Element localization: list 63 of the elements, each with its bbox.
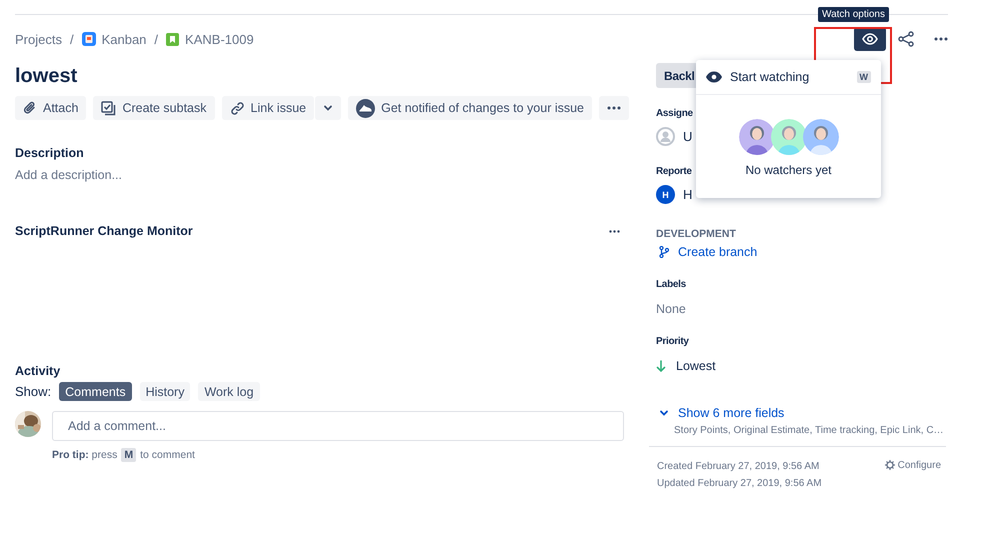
activity-tab[interactable]: Comments xyxy=(59,382,132,401)
breadcrumb-link[interactable]: Projects xyxy=(15,32,62,46)
field-label: Reporte xyxy=(656,166,692,177)
show-label: Show: xyxy=(15,384,52,399)
bookmark-icon xyxy=(166,32,180,46)
chevron-icon xyxy=(323,103,334,113)
menu-item[interactable]: Start watching W xyxy=(696,60,881,95)
field-label: Labels xyxy=(656,279,686,290)
branch-icon xyxy=(659,246,669,258)
project-icon xyxy=(82,32,96,46)
create-branch-link[interactable]: Create branch xyxy=(656,245,952,259)
hidden-fields-summary: Story Points, Original Estimate, Time tracking, Epic Link, C… xyxy=(674,425,945,436)
person-name: H xyxy=(683,187,692,202)
breadcrumb-link[interactable]: KANB-1009 xyxy=(166,32,254,46)
activity-tab[interactable]: Work log xyxy=(198,382,260,401)
eye-icon xyxy=(706,71,722,83)
user-icon xyxy=(656,127,675,146)
field-value: None xyxy=(656,302,686,316)
paperclip-icon xyxy=(23,101,37,115)
description-placeholder[interactable]: Add a description... xyxy=(15,168,625,182)
empty-state-text: No watchers yet xyxy=(745,163,832,177)
gear-icon xyxy=(884,460,895,470)
field-label: Priority xyxy=(656,336,689,347)
panel-title: ScriptRunner Change Monitor xyxy=(15,224,193,238)
breadcrumb-link[interactable]: Kanban xyxy=(82,32,146,46)
watch-button[interactable] xyxy=(854,27,886,51)
breadcrumb-separator: / xyxy=(70,32,74,46)
dropdown-button[interactable] xyxy=(315,96,342,120)
avatar-initial: H xyxy=(656,185,675,204)
timestamp-text: Created February 27, 2019, 9:56 AM xyxy=(657,460,820,474)
notify-button[interactable]: Get notified of changes to your issue xyxy=(348,96,592,120)
toolbar-button[interactable]: Create subtask xyxy=(93,96,215,120)
more-icon[interactable] xyxy=(934,37,948,41)
activity-tab[interactable]: History xyxy=(140,382,190,401)
comment-field[interactable]: Add a comment... xyxy=(52,411,624,441)
section-heading: Description xyxy=(15,146,85,160)
section-heading: DEVELOPMENT xyxy=(656,228,736,240)
show-more-link[interactable]: Show 6 more fields xyxy=(656,406,952,420)
eye-icon xyxy=(862,33,878,45)
configure-link[interactable]: Configure xyxy=(884,458,941,472)
subtask-icon xyxy=(101,100,116,116)
toolbar-button[interactable]: Attach xyxy=(15,96,86,120)
shoe-icon xyxy=(356,98,376,118)
more-icon[interactable] xyxy=(607,106,622,110)
pro-tip-text: Pro tip: press xyxy=(52,449,118,461)
chevron-icon xyxy=(659,408,669,418)
breadcrumb-separator: / xyxy=(154,32,158,46)
down-arrow-icon xyxy=(656,360,666,372)
keyboard-key: M xyxy=(121,448,136,462)
field-label: Assigne xyxy=(656,108,693,119)
person-name: U xyxy=(683,129,692,144)
tooltip: Watch options xyxy=(818,7,889,22)
share-icon[interactable] xyxy=(898,31,914,47)
timestamp-text: Updated February 27, 2019, 9:56 AM xyxy=(657,477,822,491)
field-value: Lowest xyxy=(676,359,716,373)
more-button[interactable] xyxy=(599,96,630,120)
more-icon[interactable] xyxy=(609,230,620,232)
toolbar-button[interactable]: Link issue xyxy=(222,96,314,120)
pro-tip-text: to comment xyxy=(140,449,195,461)
link-icon xyxy=(230,100,245,116)
section-heading: Activity xyxy=(15,364,62,378)
keyboard-key: W xyxy=(856,71,871,83)
issue-title: lowest xyxy=(15,64,78,89)
